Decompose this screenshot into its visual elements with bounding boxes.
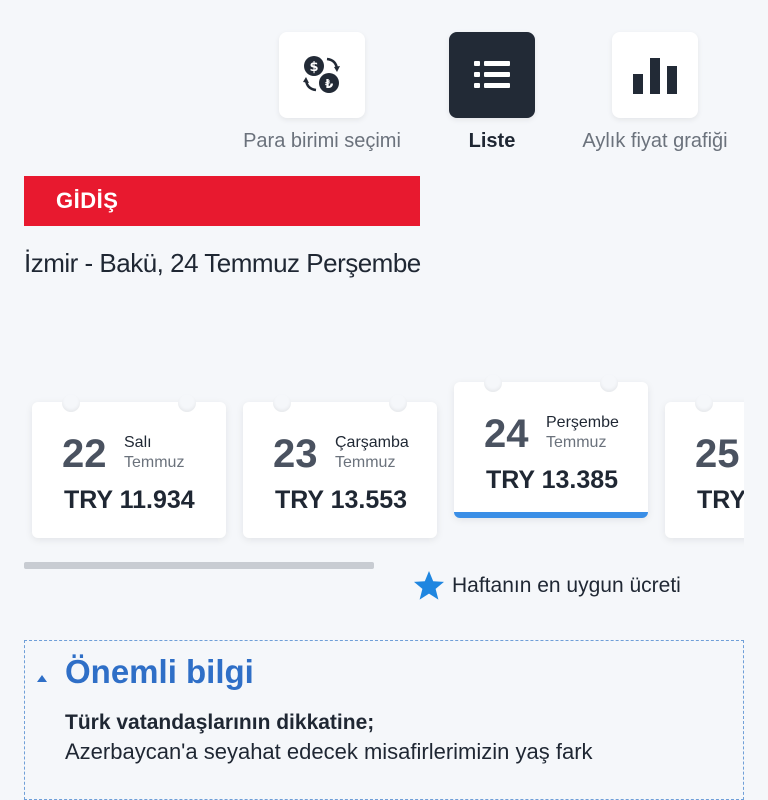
card-hole-decoration	[273, 394, 291, 412]
date-price: TRY 11.934	[64, 486, 195, 514]
currency-selection-label: Para birimi seçimi	[243, 130, 401, 152]
date-day-number: 24	[484, 412, 529, 456]
selected-date-indicator	[454, 512, 648, 518]
currency-selection-button[interactable]: $ ₺ Para birimi seçimi	[232, 32, 412, 153]
date-carousel[interactable]: 22 Salı Temmuz TRY 11.934 23 Çarşamba Te…	[24, 370, 744, 560]
star-icon	[414, 571, 444, 600]
date-carousel-scrollbar[interactable]	[24, 562, 374, 569]
date-card[interactable]: 23 Çarşamba Temmuz TRY 13.553	[243, 394, 437, 538]
date-card[interactable]: 25 TRY	[665, 394, 744, 538]
best-price-legend-text: Haftanın en uygun ücreti	[452, 574, 681, 597]
card-hole-decoration	[389, 394, 407, 412]
date-price: TRY 13.553	[275, 486, 408, 514]
date-month: Temmuz	[546, 434, 607, 451]
date-day-number: 23	[273, 432, 318, 476]
currency-selection-tile[interactable]: $ ₺	[279, 32, 365, 118]
important-info-heading: Türk vatandaşlarının dikkatine;	[65, 711, 375, 734]
date-month: Temmuz	[335, 454, 396, 471]
date-day-number: 25	[695, 432, 740, 476]
list-view-label: Liste	[468, 130, 516, 152]
date-weekday: Çarşamba	[335, 434, 409, 451]
list-view-button[interactable]: Liste	[402, 32, 582, 153]
list-icon	[474, 61, 510, 88]
card-hole-decoration	[600, 374, 618, 392]
date-card[interactable]: 22 Salı Temmuz TRY 11.934	[32, 394, 226, 538]
route-title: İzmir - Bakü, 24 Temmuz Perşembe	[24, 248, 421, 278]
date-weekday: Perşembe	[546, 414, 619, 431]
bar-chart-icon	[633, 58, 677, 94]
svg-text:$: $	[309, 60, 318, 75]
date-month: Temmuz	[124, 454, 185, 471]
monthly-price-chart-tile[interactable]	[612, 32, 698, 118]
monthly-price-chart-label: Aylık fiyat grafiği	[582, 130, 728, 152]
date-price: TRY 13.385	[486, 466, 619, 494]
date-day-number: 22	[62, 432, 107, 476]
monthly-price-chart-button[interactable]: Aylık fiyat grafiği	[565, 32, 745, 153]
important-info-body: Azerbaycan'a seyahat edecek misafirlerim…	[65, 739, 593, 764]
important-info-panel: Önemli bilgi Türk vatandaşlarının dikkat…	[24, 640, 744, 800]
svg-text:₺: ₺	[325, 77, 334, 91]
date-price: TRY	[697, 486, 744, 514]
view-toolbar: $ ₺ Para birimi seçimi Liste Aylık fiyat…	[0, 32, 768, 162]
date-weekday: Salı	[124, 434, 152, 451]
important-info-title[interactable]: Önemli bilgi	[65, 653, 254, 691]
best-price-legend: Haftanın en uygun ücreti	[412, 568, 744, 604]
card-hole-decoration	[62, 394, 80, 412]
currency-exchange-icon: $ ₺	[303, 56, 340, 93]
collapse-caret-icon[interactable]	[37, 675, 47, 682]
list-view-tile[interactable]	[449, 32, 535, 118]
card-hole-decoration	[484, 374, 502, 392]
date-card-selected[interactable]: 24 Perşembe Temmuz TRY 13.385	[454, 374, 648, 518]
card-hole-decoration	[178, 394, 196, 412]
card-hole-decoration	[695, 394, 713, 412]
departure-banner: GİDİŞ	[24, 176, 420, 226]
